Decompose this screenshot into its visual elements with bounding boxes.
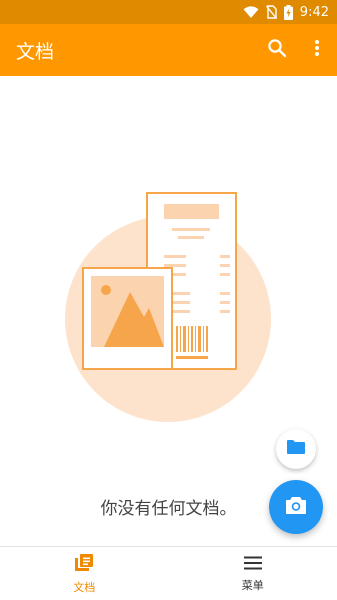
app-bar: 文档 xyxy=(0,24,337,76)
wifi-icon xyxy=(243,5,259,19)
nav-item-documents[interactable]: 文档 xyxy=(0,547,169,600)
nav-item-menu[interactable]: 菜单 xyxy=(169,547,337,600)
status-bar: 9:42 xyxy=(0,0,337,24)
search-button[interactable] xyxy=(257,30,297,70)
menu-icon xyxy=(243,555,263,575)
battery-charging-icon xyxy=(283,4,293,20)
nav-item-label: 文档 xyxy=(73,580,96,594)
camera-scan-button[interactable] xyxy=(269,480,323,534)
nav-item-label: 菜单 xyxy=(241,578,264,592)
status-time: 9:42 xyxy=(299,4,329,20)
import-folder-button[interactable] xyxy=(276,429,316,469)
document-icon xyxy=(74,553,94,577)
no-sim-icon xyxy=(265,5,277,19)
more-vert-icon xyxy=(314,39,320,61)
folder-icon xyxy=(286,439,306,459)
page-title: 文档 xyxy=(16,40,55,63)
empty-documents-illustration xyxy=(64,182,272,450)
camera-icon xyxy=(285,496,307,519)
document-list-area: 你没有任何文档。 xyxy=(0,76,337,546)
bottom-navigation: 文档 菜单 xyxy=(0,546,337,600)
search-icon xyxy=(267,38,287,62)
more-options-button[interactable] xyxy=(297,30,337,70)
